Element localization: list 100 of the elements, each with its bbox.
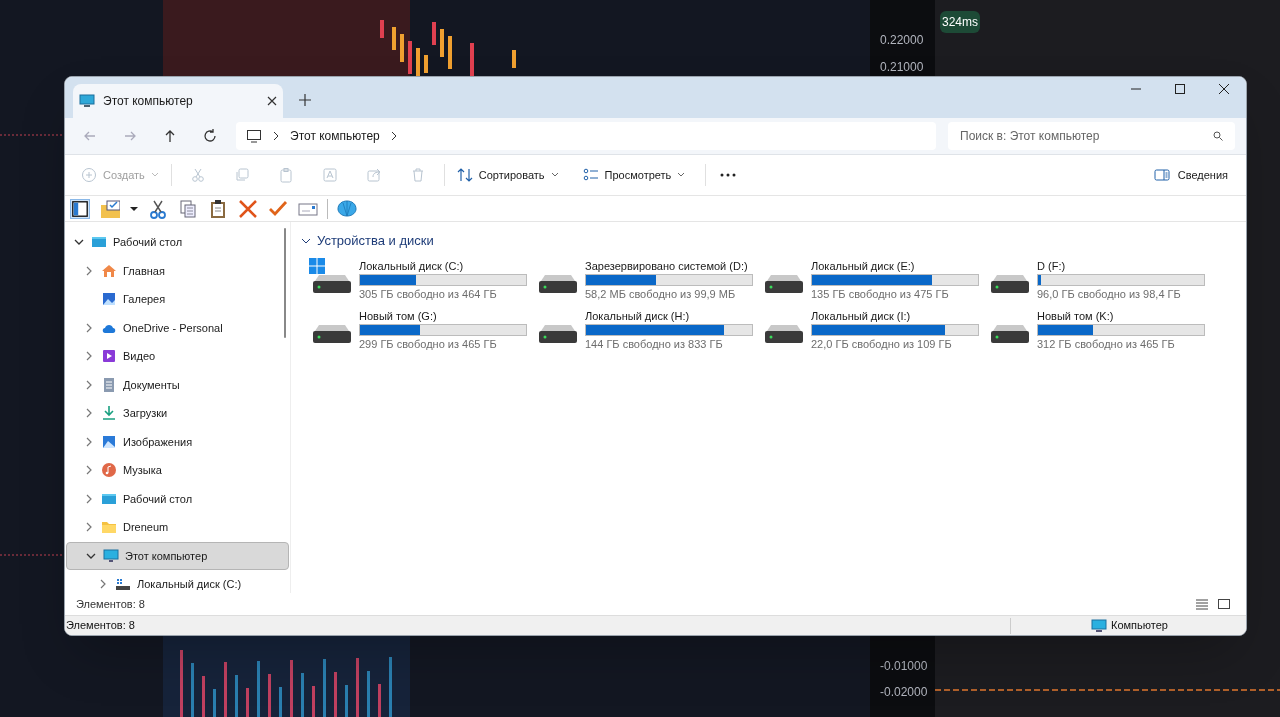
drive-tile[interactable]: Локальный диск (I:) 22,0 ГБ свободно из 109 ГБ xyxy=(753,306,979,357)
volume-bar xyxy=(334,672,337,717)
search-field[interactable]: Поиск в: Этот компьютер xyxy=(948,122,1235,150)
drive-tile[interactable]: Локальный диск (E:) 135 ГБ свободно из 475 ГБ xyxy=(753,256,979,307)
chevron-right-icon xyxy=(389,131,398,141)
folder-icon xyxy=(101,519,117,536)
price-label: 0.22000 xyxy=(880,32,924,49)
picture-icon xyxy=(101,433,117,450)
drive-icon xyxy=(115,576,131,593)
windows-logo-icon xyxy=(309,257,325,274)
navigation-pane-button[interactable] xyxy=(70,198,90,219)
free-space-text: 299 ГБ свободно из 465 ГБ xyxy=(359,336,498,351)
drive-name: D (F:) xyxy=(1037,258,1067,273)
free-space-text: 58,2 МБ свободно из 99,9 МБ xyxy=(585,286,737,301)
dashed-line xyxy=(0,554,65,556)
cut-icon xyxy=(189,167,206,183)
nav-item[interactable]: Рабочий стол xyxy=(65,228,290,257)
nav-item[interactable]: Документы xyxy=(65,370,290,399)
hard-drive-icon xyxy=(313,274,351,293)
music-icon xyxy=(101,462,117,479)
scrollbar-thumb[interactable] xyxy=(284,228,286,338)
cross-icon[interactable] xyxy=(238,198,258,219)
nav-item[interactable]: OneDrive - Personal xyxy=(65,313,290,342)
menu-button[interactable]: Просмотреть xyxy=(574,160,694,190)
new-tab-icon[interactable] xyxy=(299,94,311,106)
drive-tile[interactable]: Новый том (K:) 312 ГБ свободно из 465 ГБ xyxy=(979,306,1205,357)
candlestick xyxy=(408,41,412,74)
home-icon xyxy=(101,262,117,279)
chevron-down-icon xyxy=(550,172,559,178)
price-label: -0.02000 xyxy=(880,684,928,701)
hard-drive-icon xyxy=(991,274,1029,293)
group-header[interactable]: Устройства и диски xyxy=(301,231,434,251)
folder-check-button[interactable] xyxy=(100,198,120,219)
free-space-text: 135 ГБ свободно из 475 ГБ xyxy=(811,286,950,301)
price-label: -0.01000 xyxy=(880,658,928,675)
volume-bar xyxy=(312,686,315,717)
volume-bar xyxy=(180,650,183,717)
paste-icon xyxy=(277,167,294,183)
breadcrumb[interactable]: Этот компьютер xyxy=(290,127,380,145)
rename-icon xyxy=(321,167,338,183)
nav-item[interactable]: Музыка xyxy=(65,456,290,485)
chevron-down-icon xyxy=(677,172,686,178)
tiles-view-icon[interactable] xyxy=(1217,598,1231,610)
item-count: Элементов: 8 xyxy=(76,596,145,612)
free-space-text: 312 ГБ свободно из 465 ГБ xyxy=(1037,336,1176,351)
drive-tile[interactable]: Зарезервировано системой (D:) 58,2 МБ свободно из 99,9 МБ xyxy=(527,256,753,307)
drive-tile[interactable]: Локальный диск (H:) 144 ГБ свободно из 833 ГБ xyxy=(527,306,753,357)
volume-bar xyxy=(389,657,392,717)
refresh-icon[interactable] xyxy=(202,128,218,144)
nav-item[interactable]: Этот компьютер xyxy=(66,541,289,570)
nav-item[interactable]: Главная xyxy=(65,256,290,285)
volume-bar xyxy=(323,659,326,717)
nav-item[interactable]: Рабочий стол xyxy=(65,484,290,513)
nav-item[interactable]: Dreneum xyxy=(65,513,290,542)
list-view-icon[interactable] xyxy=(1195,598,1209,610)
nav-item[interactable]: Галерея xyxy=(65,285,290,314)
volume-bar xyxy=(378,684,381,717)
shell-icon[interactable] xyxy=(337,198,357,219)
clipboard-icon[interactable] xyxy=(208,198,228,219)
candlestick xyxy=(392,27,396,50)
volume-bar xyxy=(268,674,271,717)
price-label: 0.21000 xyxy=(880,59,924,76)
volume-bar xyxy=(191,663,194,717)
volume-bar xyxy=(345,685,348,717)
address-bar[interactable]: Этот компьютер xyxy=(236,122,936,150)
download-icon xyxy=(101,405,117,422)
scissors-icon[interactable] xyxy=(148,198,168,219)
nav-item[interactable]: Изображения xyxy=(65,427,290,456)
nav-item[interactable]: Загрузки xyxy=(65,399,290,428)
more-icon xyxy=(720,173,737,177)
video-icon xyxy=(101,348,117,365)
dashed-line xyxy=(0,134,65,136)
volume-bar xyxy=(257,661,260,717)
drive-tile[interactable]: Новый том (G:) 299 ГБ свободно из 465 ГБ xyxy=(301,306,527,357)
candlestick xyxy=(448,36,452,69)
hard-drive-icon xyxy=(991,324,1029,343)
drive-tile[interactable]: D (F:) 96,0 ГБ свободно из 98,4 ГБ xyxy=(979,256,1205,307)
drive-name: Новый том (G:) xyxy=(359,308,438,323)
share-icon xyxy=(365,167,382,183)
tab[interactable]: Этот компьютер xyxy=(73,84,283,118)
computer-icon xyxy=(1091,618,1107,633)
document-icon xyxy=(101,376,117,393)
nav-item[interactable]: Локальный диск (C:) xyxy=(65,570,290,599)
drive-name: Локальный диск (H:) xyxy=(585,308,691,323)
free-space-text: 96,0 ГБ свободно из 98,4 ГБ xyxy=(1037,286,1182,301)
drive-name: Новый том (K:) xyxy=(1037,308,1115,323)
nav-item[interactable]: Видео xyxy=(65,342,290,371)
free-space-text: 144 ГБ свободно из 833 ГБ xyxy=(585,336,724,351)
details-pane-icon xyxy=(1153,169,1170,181)
volume-bar xyxy=(301,673,304,717)
close-icon[interactable] xyxy=(267,96,277,106)
volume-bar xyxy=(290,660,293,717)
drive-name: Локальный диск (E:) xyxy=(811,258,916,273)
drive-name: Зарезервировано системой (D:) xyxy=(585,258,749,273)
menu-button[interactable]: Сортировать xyxy=(448,160,567,190)
drive-tile[interactable]: Локальный диск (C:) 305 ГБ свободно из 464 ГБ xyxy=(301,256,527,307)
candlestick xyxy=(424,55,428,73)
details-button[interactable]: Сведения xyxy=(1143,160,1238,190)
copy-icon[interactable] xyxy=(178,198,198,219)
copy-icon xyxy=(233,167,250,183)
